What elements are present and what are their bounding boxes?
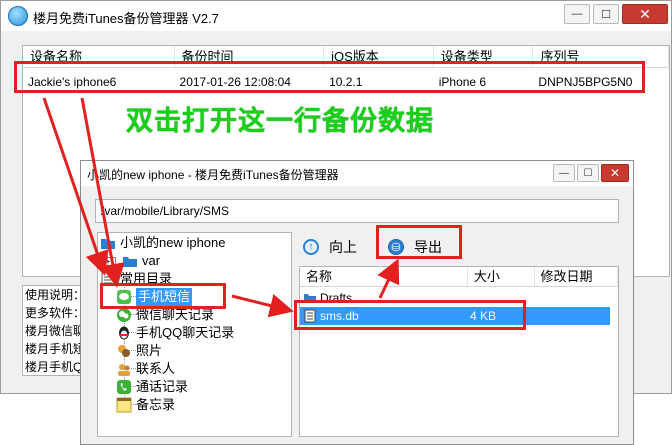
export-highlight-box [376, 225, 462, 259]
tree-item-var[interactable]: + var [100, 252, 160, 270]
minimize-button[interactable]: — [564, 4, 590, 24]
column-header-size[interactable]: 大小 [468, 267, 535, 286]
close-button[interactable]: ✕ [622, 4, 668, 24]
tree-item-label: 手机QQ聊天记录 [136, 325, 235, 340]
wechat-icon [116, 307, 132, 323]
maximize-button[interactable]: ☐ [593, 4, 619, 24]
photo-icon [116, 343, 132, 359]
tree-item-contacts[interactable]: 联系人 [116, 360, 175, 378]
folder-icon [122, 253, 138, 269]
up-button[interactable]: ↑ 向上 [303, 237, 357, 257]
tree-item-label: 照片 [136, 343, 163, 358]
row-highlight-box [14, 61, 645, 93]
notes-icon [116, 397, 132, 413]
tree-item-photos[interactable]: 照片 [116, 342, 162, 360]
up-button-label: 向上 [329, 239, 357, 255]
tree-item-label: 通话记录 [136, 379, 189, 394]
directory-tree[interactable]: 小凯的new iphone + var 常用目录 手机短信 微信聊天记录 手机Q… [97, 232, 292, 437]
path-field[interactable]: /var/mobile/Library/SMS [95, 199, 619, 223]
tree-root[interactable]: 小凯的new iphone [100, 234, 226, 252]
dialog-close-button[interactable]: ✕ [601, 164, 629, 182]
tree-item-label: 联系人 [136, 361, 176, 376]
dialog-minimize-button[interactable]: — [553, 164, 575, 182]
tree-item-label: 备忘录 [136, 397, 176, 412]
tree-item-label: var [142, 253, 161, 268]
file-list-header: 名称 大小 修改日期 [300, 267, 618, 287]
app-icon [8, 6, 28, 26]
tree-root-label: 小凯的new iphone [120, 235, 226, 250]
sms-highlight-box [100, 283, 226, 309]
up-arrow-icon: ↑ [303, 239, 319, 255]
column-header-modified[interactable]: 修改日期 [535, 267, 618, 286]
title-bar: 楼月免费iTunes备份管理器 V2.7 — ☐ ✕ [1, 1, 671, 31]
dialog-title-bar: 小凯的new iphone - 楼月免费iTunes备份管理器 — ☐ ✕ [81, 161, 633, 186]
file-highlight-box [294, 300, 526, 330]
window-title: 楼月免费iTunes备份管理器 V2.7 [33, 11, 219, 26]
dialog-title: 小凯的new iphone - 楼月免费iTunes备份管理器 [87, 168, 339, 182]
expand-plus-icon: + [100, 256, 116, 266]
tree-item-calls[interactable]: 通话记录 [116, 378, 188, 396]
file-list[interactable]: 名称 大小 修改日期 Drafts sms.db 4 KB [299, 266, 619, 437]
annotation-text: 双击打开这一行备份数据 [126, 106, 434, 136]
column-header-name[interactable]: 名称 [300, 267, 468, 286]
tree-item-qq[interactable]: 手机QQ聊天记录 [116, 324, 234, 342]
phone-call-icon [116, 379, 132, 395]
tree-item-notes[interactable]: 备忘录 [116, 396, 175, 414]
phone-folder-icon [100, 235, 116, 251]
contacts-icon [116, 361, 132, 377]
qq-penguin-icon [116, 325, 132, 341]
dialog-maximize-button[interactable]: ☐ [577, 164, 599, 182]
